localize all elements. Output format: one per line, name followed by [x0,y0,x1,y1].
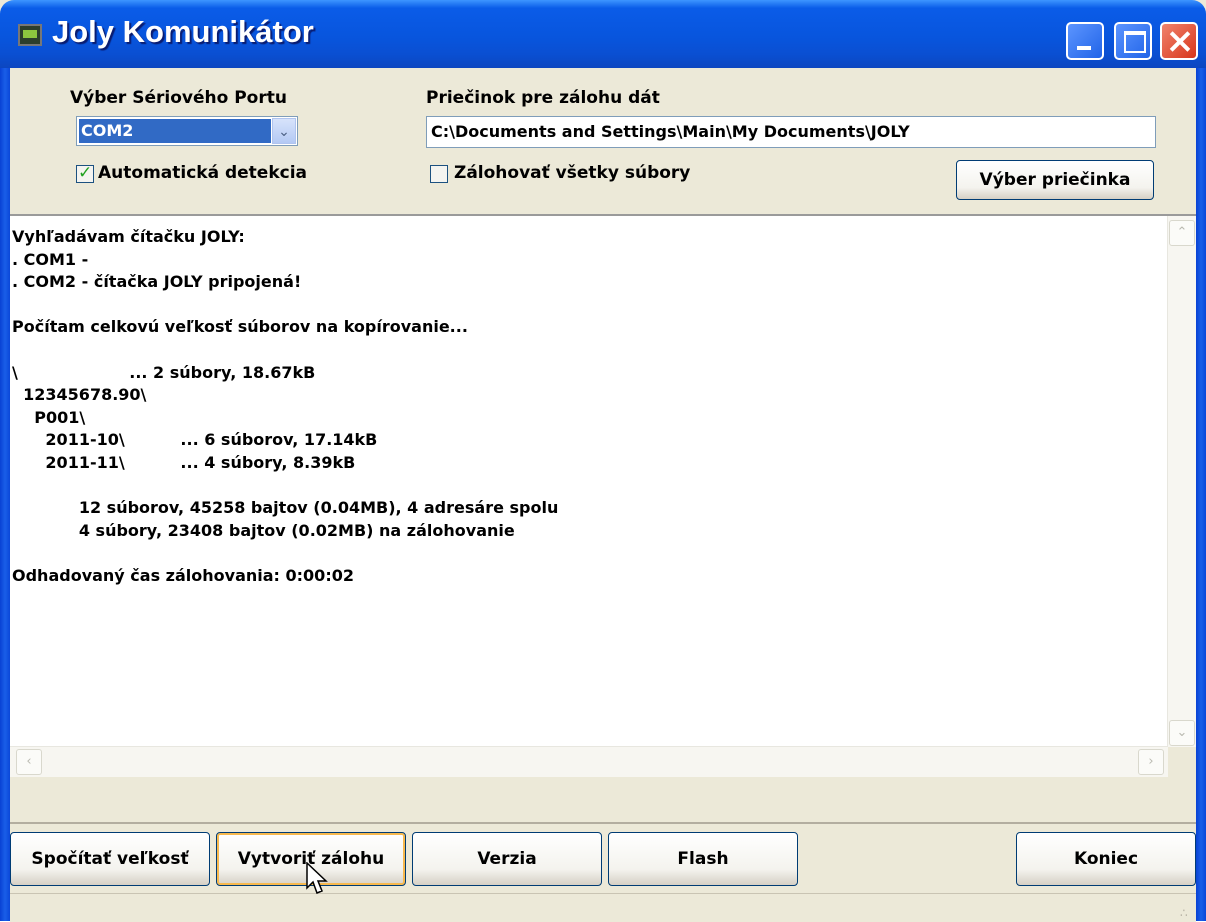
compute-size-button[interactable]: Spočítať veľkosť [10,832,210,886]
client-area: Výber Sériového Portu COM2 ⌄ Automatická… [10,68,1196,922]
port-label: Výber Sériového Portu [70,88,287,108]
app-icon [18,24,42,46]
backup-all-checkbox[interactable] [430,165,448,183]
window-title: Joly Komunikátor [52,14,314,49]
scroll-right-icon[interactable]: › [1138,749,1164,775]
flash-button[interactable]: Flash [608,832,798,886]
exit-button[interactable]: Koniec [1016,832,1196,886]
log-output[interactable]: Vyhľadávam čítačku JOLY: . COM1 - . COM2… [10,214,1196,777]
scroll-up-icon[interactable]: ⌃ [1169,220,1195,246]
resize-grip-icon[interactable]: ∴ [1180,906,1194,920]
choose-folder-button[interactable]: Výber priečinka [956,160,1154,200]
mouse-cursor-icon [306,862,328,894]
app-window: Joly Komunikátor Výber Sériového Portu C… [0,0,1206,922]
vertical-scrollbar[interactable]: ⌃ ⌄ [1167,216,1196,748]
close-button[interactable] [1160,22,1198,60]
auto-detect-checkbox[interactable] [76,163,94,183]
title-bar[interactable]: Joly Komunikátor [0,0,1206,68]
maximize-button[interactable] [1114,22,1152,60]
scroll-left-icon[interactable]: ‹ [16,749,42,775]
port-select[interactable]: COM2 ⌄ [76,116,298,146]
minimize-button[interactable] [1066,22,1104,60]
progress-area-divider [10,822,1196,824]
scrollbar-corner [1168,747,1196,777]
auto-detect-label[interactable]: Automatická detekcia [98,163,307,183]
backup-path-field[interactable]: C:\Documents and Settings\Main\My Docume… [426,116,1156,148]
backup-folder-label: Priečinok pre zálohu dát [426,88,660,108]
status-bar: ∴ [10,893,1196,922]
horizontal-scrollbar[interactable]: ‹ › [10,746,1168,777]
log-text: Vyhľadávam čítačku JOLY: . COM1 - . COM2… [12,227,559,585]
window-frame-right [1196,68,1206,921]
window-frame-left [0,68,10,921]
chevron-down-icon[interactable]: ⌄ [272,118,296,144]
scroll-down-icon[interactable]: ⌄ [1169,720,1195,746]
port-selected-value: COM2 [79,119,271,143]
version-button[interactable]: Verzia [412,832,602,886]
backup-all-label[interactable]: Zálohovať všetky súbory [454,163,690,183]
